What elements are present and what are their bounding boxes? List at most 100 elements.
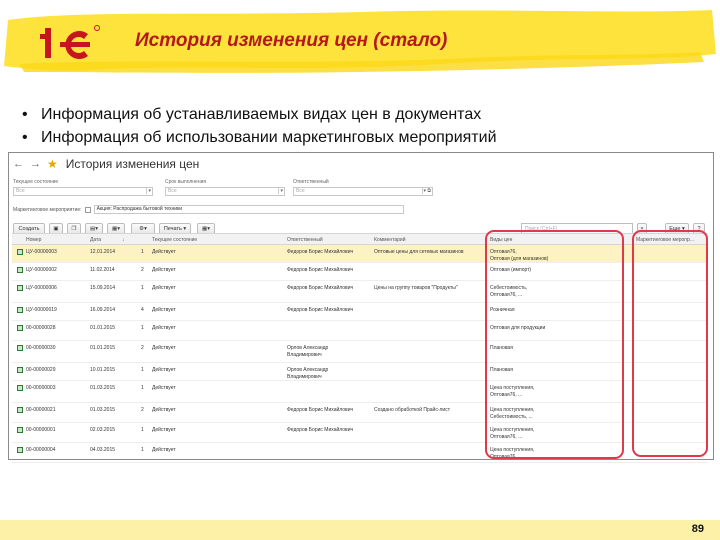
forward-arrow-icon[interactable]: → (30, 158, 41, 170)
bullet-item: Информация об использовании маркетинговы… (22, 126, 497, 149)
star-icon[interactable]: ★ (47, 157, 58, 171)
filter-marketing: Маркетинговое мероприятие: Акция: Распро… (13, 205, 404, 214)
cell-number: ЦУ-00000019 (26, 307, 57, 313)
marketing-field[interactable]: Акция: Распродажа бытовой техники (93, 205, 404, 214)
cell-state: Действует (152, 307, 176, 313)
cell-state: Действует (152, 267, 176, 273)
document-icon (17, 285, 23, 291)
filter-label: Текущее состояние (13, 179, 59, 185)
cell-date: 01.03.2015 (90, 407, 116, 413)
filter-panel: Текущее состояние Все ▾ Срок выполнения В… (9, 175, 713, 221)
cell-comment: Цены на группу товаров "Продукты" (374, 285, 458, 291)
cell-date: 04.03.2015 (90, 447, 116, 453)
column-header[interactable]: Комментарий (374, 237, 406, 243)
filter-label: Срок выполнения (165, 179, 207, 185)
cell-number: ЦУ-00000002 (26, 267, 57, 273)
filter-label: Ответственный (293, 179, 329, 185)
chevron-down-icon[interactable]: ▾ (278, 188, 283, 194)
select-value: Все (16, 188, 25, 194)
footer-strip (0, 520, 720, 540)
cell-state: Действует (152, 427, 176, 433)
cell-number: 00-00000030 (26, 345, 56, 351)
print-label: Печать (163, 226, 182, 232)
cell-comment: Оптовые цены для сетевых магазинов (374, 249, 464, 255)
cell-state: Действует (152, 249, 176, 255)
column-header[interactable]: Дата (90, 237, 101, 243)
filter-label: Маркетинговое мероприятие: (13, 206, 82, 213)
document-icon (17, 307, 23, 313)
bullet-list: Информация об устанавливаемых видах цен … (22, 103, 497, 149)
marketing-column-highlight (632, 230, 708, 457)
cell-responsible: Федоров Борис Михайлович (287, 249, 354, 255)
document-icon (17, 427, 23, 433)
filter-current-state: Текущее состояние Все ▾ (13, 179, 153, 196)
cell-n: 1 (141, 249, 144, 255)
cell-n: 4 (141, 307, 144, 313)
cell-state: Действует (152, 407, 176, 413)
document-icon (17, 385, 23, 391)
cell-n: 1 (141, 385, 144, 391)
filter-responsible: Ответственный Все ▾ ⧉ (293, 179, 433, 196)
cell-responsible: Федоров Борис Михайлович (287, 427, 354, 433)
select-value: Все (168, 188, 177, 194)
chevron-down-icon[interactable]: ▾ (146, 188, 151, 194)
document-icon (17, 407, 23, 413)
back-arrow-icon[interactable]: ← (13, 158, 24, 170)
1c-logo (40, 25, 100, 59)
select-value: Все (296, 188, 305, 194)
cell-date: 01.03.2015 (90, 385, 116, 391)
cell-date: 16.09.2014 (90, 307, 116, 313)
cell-number: ЦУ-00000006 (26, 285, 57, 291)
cell-date: 11.02.2014 (90, 267, 115, 273)
cell-state: Действует (152, 325, 176, 331)
cell-state: Действует (152, 385, 176, 391)
cell-date: 01.01.2015 (90, 325, 116, 331)
cell-n: 1 (141, 367, 144, 373)
cell-state: Действует (152, 345, 176, 351)
window-title: История изменения цен (65, 157, 200, 171)
document-icon (17, 447, 23, 453)
deadline-select[interactable]: Все ▾ (165, 187, 285, 196)
price-types-highlight (485, 230, 624, 459)
current-state-select[interactable]: Все ▾ (13, 187, 153, 196)
cell-n: 1 (141, 447, 144, 453)
cell-responsible: Федоров Борис Михайлович (287, 307, 354, 313)
column-header[interactable]: Ответственный (287, 237, 323, 243)
cell-n: 2 (141, 267, 144, 273)
document-icon (17, 345, 23, 351)
cell-number: ЦУ-00000003 (26, 249, 57, 255)
cell-number: 00-00000029 (26, 367, 56, 373)
filter-deadline: Срок выполнения Все ▾ (165, 179, 285, 196)
cell-date: 12.01.2014 (90, 249, 116, 255)
cell-responsible: Федоров Борис Михайлович (287, 267, 354, 273)
cell-responsible: Орлов Александр Владимирович (287, 345, 329, 358)
document-icon (17, 249, 23, 255)
cell-n: 1 (141, 427, 144, 433)
cell-date: 10.01.2015 (90, 367, 116, 373)
cell-responsible: Федоров Борис Михайлович (287, 407, 354, 413)
sort-icon[interactable]: ↓ (122, 237, 125, 243)
cell-date: 02.03.2015 (90, 427, 116, 433)
cell-state: Действует (152, 285, 176, 291)
window-titlebar: ← → ★ История изменения цен (9, 153, 713, 175)
cell-n: 1 (141, 285, 144, 291)
cell-state: Действует (152, 447, 176, 453)
chevron-down-icon[interactable]: ▾ ⧉ (421, 188, 431, 194)
document-icon (17, 267, 23, 273)
cell-number: 00-00000003 (26, 385, 56, 391)
cell-n: 1 (141, 325, 144, 331)
cell-number: 00-00000001 (26, 427, 56, 433)
slide-title: История изменения цен (стало) (135, 30, 448, 51)
cell-number: 00-00000028 (26, 325, 56, 331)
bullet-item: Информация об устанавливаемых видах цен … (22, 103, 497, 126)
responsible-select[interactable]: Все ▾ ⧉ (293, 187, 433, 196)
cell-responsible: Федоров Борис Михайлович (287, 285, 354, 291)
cell-n: 2 (141, 345, 144, 351)
column-header[interactable]: Номер (26, 237, 41, 243)
marketing-checkbox[interactable] (84, 206, 91, 213)
cell-date: 01.01.2015 (90, 345, 116, 351)
cell-date: 15.09.2014 (90, 285, 116, 291)
column-header[interactable]: Текущее состояние (152, 237, 197, 243)
page-number: 89 (691, 523, 704, 535)
cell-responsible: Орлов Александр Владимирович (287, 367, 329, 380)
